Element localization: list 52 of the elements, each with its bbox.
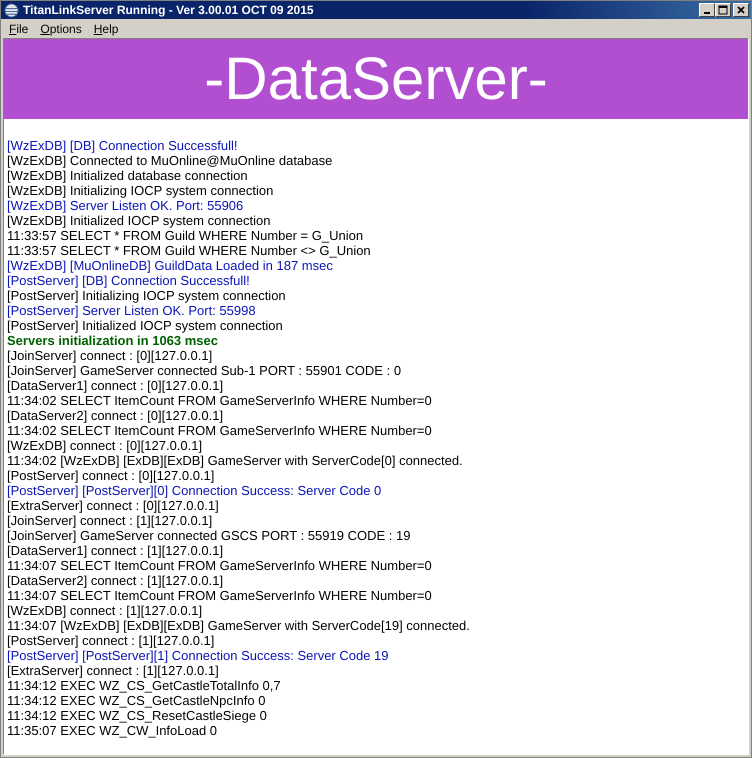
log-line: [DataServer1] connect : [1][127.0.0.1]: [7, 543, 224, 558]
log-line: [JoinServer] connect : [0][127.0.0.1]: [7, 348, 212, 363]
globe-icon: [4, 2, 19, 18]
log-line: 11:34:12 EXEC WZ_CS_GetCastleNpcInfo 0: [7, 693, 266, 708]
log-line: 11:34:02 SELECT ItemCount FROM GameServerInfo WHERE Number=0: [7, 393, 432, 408]
log-line: 11:34:02 [WzExDB] [ExDB][ExDB] GameServer with ServerCode[0] connected.: [7, 453, 463, 468]
log-line: [WzExDB] connect : [0][127.0.0.1]: [7, 438, 202, 453]
log-line: [WzExDB] Initializing IOCP system connection: [7, 183, 274, 198]
log-line: [PostServer] connect : [1][127.0.0.1]: [7, 633, 214, 648]
log-line: [PostServer] connect : [0][127.0.0.1]: [7, 468, 214, 483]
maximize-button[interactable]: [715, 3, 731, 17]
log-line: 11:34:12 EXEC WZ_CS_GetCastleTotalInfo 0,7: [7, 678, 281, 693]
log-line: 11:34:02 SELECT ItemCount FROM GameServerInfo WHERE Number=0: [7, 423, 432, 438]
log-line: 11:34:07 SELECT ItemCount FROM GameServerInfo WHERE Number=0: [7, 588, 432, 603]
log-line: 11:34:12 EXEC WZ_CS_ResetCastleSiege 0: [7, 708, 267, 723]
log-line: [JoinServer] connect : [1][127.0.0.1]: [7, 513, 212, 528]
log-line: [ExtraServer] connect : [0][127.0.0.1]: [7, 498, 219, 513]
close-button[interactable]: [733, 3, 749, 17]
close-icon: [736, 5, 746, 15]
minimize-button[interactable]: [699, 3, 715, 17]
menu-item[interactable]: File: [3, 20, 34, 36]
log-line: [DataServer2] connect : [0][127.0.0.1]: [7, 408, 224, 423]
log-line: [WzExDB] [MuOnlineDB] GuildData Loaded in 187 msec: [7, 258, 333, 273]
log-line: [PostServer] Initialized IOCP system connection: [7, 318, 283, 333]
menu-item[interactable]: Options: [34, 20, 88, 36]
log-line: 11:34:07 [WzExDB] [ExDB][ExDB] GameServer with ServerCode[19] connected.: [7, 618, 470, 633]
log-line: [DataServer2] connect : [1][127.0.0.1]: [7, 573, 224, 588]
minimize-icon: [704, 12, 710, 14]
window-title: TitanLinkServer Running - Ver 3.00.01 OCT 09 2015: [23, 3, 315, 17]
log-line: [PostServer] [PostServer][1] Connection Success: Server Code 19: [7, 648, 389, 663]
log-line: [WzExDB] connect : [1][127.0.0.1]: [7, 603, 202, 618]
log-line: Servers initialization in 1063 msec: [7, 333, 218, 348]
log-line: 11:34:07 SELECT ItemCount FROM GameServerInfo WHERE Number=0: [7, 558, 432, 573]
log-line: [DataServer1] connect : [0][127.0.0.1]: [7, 378, 224, 393]
banner-title: -DataServer-: [204, 46, 548, 112]
log-line: [JoinServer] GameServer connected GSCS PORT : 55919 CODE : 19: [7, 528, 410, 543]
maximize-icon: [718, 5, 728, 15]
log-line: [PostServer] Initializing IOCP system connection: [7, 288, 286, 303]
log-line: [WzExDB] Initialized IOCP system connection: [7, 213, 270, 228]
log-line: 11:35:07 EXEC WZ_CW_InfoLoad 0: [7, 723, 218, 738]
log-line: [ExtraServer] connect : [1][127.0.0.1]: [7, 663, 219, 678]
log-line: [JoinServer] GameServer connected Sub-1 PORT : 55901 CODE : 0: [7, 363, 402, 378]
log-line: [PostServer] [PostServer][0] Connection Success: Server Code 0: [7, 483, 382, 498]
log-line: [WzExDB] Server Listen OK. Port: 55906: [7, 198, 244, 213]
log-line: [PostServer] Server Listen OK. Port: 55998: [7, 303, 256, 318]
menu-item[interactable]: Help: [88, 20, 124, 36]
log-line: [PostServer] [DB] Connection Successfull!: [7, 273, 250, 288]
log-line: [WzExDB] Initialized database connection: [7, 168, 248, 183]
log-line: [WzExDB] [DB] Connection Successfull!: [7, 138, 238, 153]
log-line: 11:33:57 SELECT * FROM Guild WHERE Number = G_Union: [7, 228, 364, 243]
log-line: [WzExDB] Connected to MuOnline@MuOnline database: [7, 153, 332, 168]
log-line: 11:33:57 SELECT * FROM Guild WHERE Number <> G_Union: [7, 243, 371, 258]
